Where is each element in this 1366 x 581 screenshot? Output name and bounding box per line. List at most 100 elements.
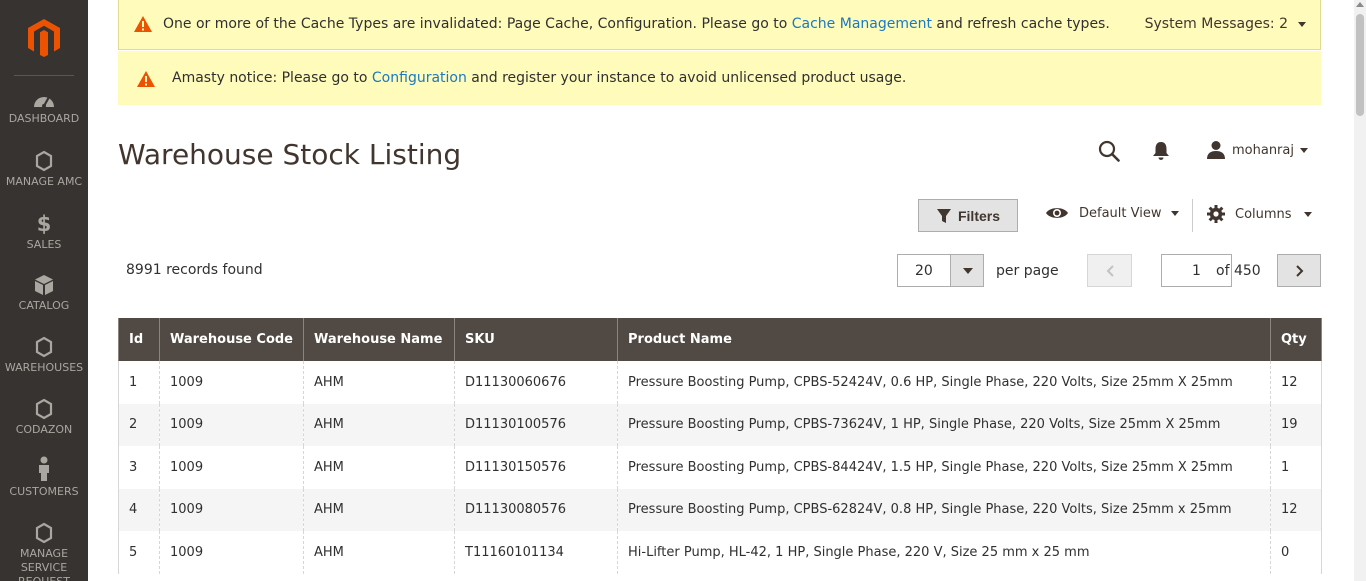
scrollbar-thumb[interactable] [1356,14,1364,116]
chevron-down-icon [1303,211,1312,217]
grid-header-row: Id Warehouse Code Warehouse Name SKU Pro… [118,318,1322,361]
cell-warehouse-code: 1009 [159,403,304,446]
magento-logo-icon[interactable] [26,18,62,58]
chevron-down-icon [1300,147,1308,153]
user-account-menu[interactable]: mohanraj [1206,140,1308,160]
column-header-warehouse-code[interactable]: Warehouse Code [159,318,304,361]
system-messages-count: System Messages: 2 [1144,16,1288,32]
cell-sku: D11130100576 [454,403,618,446]
global-search-button[interactable] [1098,140,1120,162]
cell-qty: 12 [1270,488,1322,531]
previous-page-button[interactable] [1087,254,1132,287]
cache-management-link[interactable]: Cache Management [792,16,932,32]
filters-label: Filters [957,207,1000,224]
cell-product-name: Pressure Boosting Pump, CPBS-52424V, 0.6… [617,361,1271,404]
box-icon [35,275,53,295]
hexagon-icon [35,522,53,544]
search-icon [1098,140,1120,162]
column-header-qty[interactable]: Qty [1270,318,1322,361]
sidebar-item-label: CUSTOMERS [9,485,79,498]
chevron-right-icon [1296,265,1304,277]
sidebar-item-sales[interactable]: $ SALES [0,211,88,252]
sidebar-item-label: MANAGE AMC [5,175,83,188]
sidebar-item-label: SALES [26,238,62,251]
page-scrollbar[interactable] [1354,0,1366,581]
sidebar-item-label: DASHBOARD [8,112,80,125]
chevron-down-icon [1298,21,1306,27]
notifications-button[interactable] [1152,141,1170,161]
cell-warehouse-name: AHM [303,531,455,574]
per-page-select[interactable]: 20 [897,254,984,287]
filter-icon [936,208,951,223]
main-content: One or more of the Cache Types are inval… [88,0,1354,581]
sidebar-item-customers[interactable]: CUSTOMERS [0,456,88,499]
column-header-warehouse-name[interactable]: Warehouse Name [303,318,455,361]
cell-warehouse-code: 1009 [159,531,304,574]
sidebar-item-manage-service-request[interactable]: MANAGE SERVICE REQUEST [0,522,88,581]
sidebar-item-dashboard[interactable]: DASHBOARD [0,91,88,126]
table-row[interactable]: 4 1009 AHM D11130080576 Pressure Boostin… [118,488,1322,531]
configuration-link[interactable]: Configuration [372,70,467,86]
warehouse-stock-grid: Id Warehouse Code Warehouse Name SKU Pro… [118,318,1322,574]
cell-warehouse-name: AHM [303,488,455,531]
amasty-notice-text: Amasty notice: Please go to Configuratio… [172,70,906,86]
sidebar-item-label: MANAGE SERVICE REQUEST [18,547,70,581]
cache-warning-text: One or more of the Cache Types are inval… [163,16,1110,32]
scroll-up-arrow-icon[interactable] [1356,2,1364,7]
cell-product-name: Pressure Boosting Pump, CPBS-62824V, 0.8… [617,488,1271,531]
chevron-down-icon [963,268,973,274]
sidebar-item-manage-amc[interactable]: MANAGE AMC [0,150,88,189]
column-header-product-name[interactable]: Product Name [617,318,1271,361]
dashboard-icon [34,96,54,108]
dollar-icon: $ [37,212,52,235]
column-header-sku[interactable]: SKU [454,318,618,361]
cell-warehouse-name: AHM [303,361,455,404]
columns-control[interactable]: Columns [1207,205,1312,223]
cell-id: 2 [118,403,160,446]
table-row[interactable]: 2 1009 AHM D11130100576 Pressure Boostin… [118,403,1322,446]
amasty-notice-text-start: Amasty notice: Please go to [172,70,372,86]
cell-id: 4 [118,488,160,531]
default-view-label: Default View [1079,205,1162,221]
table-row[interactable]: 3 1009 AHM D11130150576 Pressure Boostin… [118,446,1322,489]
columns-label: Columns [1235,206,1292,222]
cell-qty: 19 [1270,403,1322,446]
table-row[interactable]: 1 1009 AHM D11130060676 Pressure Boostin… [118,361,1322,404]
table-row[interactable]: 5 1009 AHM T11160101134 Hi-Lifter Pump, … [118,531,1322,574]
eye-icon [1046,208,1068,218]
view-switcher[interactable]: Default View [1045,205,1180,221]
warning-icon [134,16,152,32]
cell-warehouse-name: AHM [303,446,455,489]
sidebar-item-catalog[interactable]: CATALOG [0,274,88,313]
per-page-value: 20 [915,263,933,279]
cell-id: 5 [118,531,160,574]
amasty-notice-text-end: and register your instance to avoid unli… [466,70,907,86]
user-icon [1207,141,1225,159]
cell-warehouse-code: 1009 [159,446,304,489]
system-messages-toggle[interactable]: System Messages: 2 [1145,16,1306,32]
total-pages-label: of 450 [1216,263,1261,279]
hexagon-icon [35,336,53,358]
cell-product-name: Pressure Boosting Pump, CPBS-84424V, 1.5… [617,446,1271,489]
warning-icon [137,71,155,87]
cell-warehouse-code: 1009 [159,488,304,531]
cell-qty: 1 [1270,446,1322,489]
cell-sku: D11130150576 [454,446,618,489]
per-page-label: per page [996,263,1059,279]
cache-warning-text-start: One or more of the Cache Types are inval… [163,16,792,32]
chevron-left-icon [1106,265,1114,277]
per-page-dropdown-button[interactable] [950,255,983,286]
hexagon-icon [35,150,53,172]
sidebar-item-codazon[interactable]: CODAZON [0,398,88,437]
admin-sidebar: DASHBOARD MANAGE AMC $ SALES CATALOG WAR… [0,0,88,581]
person-icon [39,456,49,481]
sidebar-item-warehouses[interactable]: WAREHOUSES [0,336,88,375]
hexagon-icon [35,398,53,420]
cell-id: 1 [118,361,160,404]
next-page-button[interactable] [1277,254,1321,287]
cell-sku: D11130060676 [454,361,618,404]
username: mohanraj [1232,142,1294,158]
filters-button[interactable]: Filters [918,199,1018,232]
column-header-id[interactable]: Id [118,318,160,361]
cache-warning-message: One or more of the Cache Types are inval… [118,0,1321,50]
